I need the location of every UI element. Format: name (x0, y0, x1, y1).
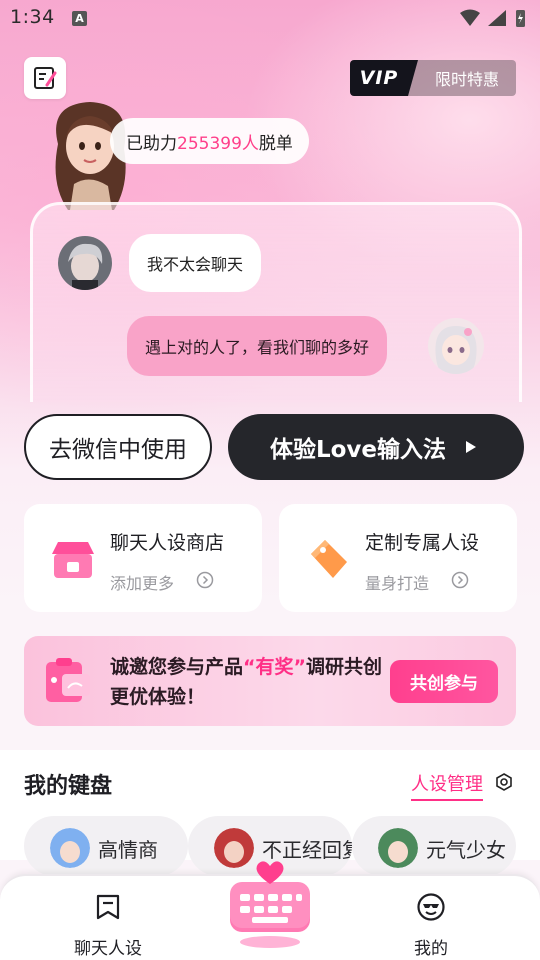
survey-highlight: “有奖” (243, 656, 306, 678)
chevron-right-icon (451, 571, 469, 589)
nav-persona-tab[interactable]: 聊天人设 (63, 892, 153, 959)
settings-icon[interactable] (494, 772, 514, 792)
persona-manage-link[interactable]: 人设管理 (411, 770, 483, 801)
male-avatar (58, 236, 112, 290)
custom-persona-title: 定制专属人设 (365, 532, 480, 554)
my-keyboard-section: 我的键盘 人设管理 高情商 不正经回复 元气少女 (0, 750, 540, 876)
nav-persona-label: 聊天人设 (74, 939, 142, 959)
my-keyboard-title: 我的键盘 (24, 774, 113, 799)
persona-shop-title: 聊天人设商店 (110, 532, 225, 554)
received-message: 我不太会聊天 (129, 234, 262, 292)
play-icon (460, 436, 482, 458)
tag-icon (311, 540, 347, 578)
survey-icon (46, 658, 90, 702)
survey-join-button[interactable]: 共创参与 (390, 660, 498, 703)
custom-persona-card[interactable]: 定制专属人设 量身打造 (279, 504, 517, 612)
persona-shop-card[interactable]: 聊天人设商店 添加更多 (24, 504, 262, 612)
survey-text-a: 诚邀您参与产品 (110, 656, 244, 678)
survey-text: 诚邀您参与产品“有奖”调研共创更优体验！ (110, 652, 390, 712)
female-avatar (428, 318, 484, 374)
use-in-wechat-button[interactable]: 去微信中使用 (24, 414, 212, 480)
profile-icon (417, 893, 445, 921)
keyboard-chip-energetic-girl[interactable]: 元气少女 (352, 816, 516, 876)
custom-persona-subtitle: 量身打造 (365, 574, 430, 593)
help-count-suffix: 脱单 (258, 133, 293, 154)
nav-mine-tab[interactable]: 我的 (386, 892, 476, 959)
notes-icon (34, 67, 57, 89)
try-love-keyboard-button[interactable]: 体验Love输入法 (228, 414, 524, 480)
signal-icon (488, 10, 506, 26)
nav-mine-label: 我的 (414, 939, 448, 959)
wifi-icon (460, 9, 480, 26)
vip-offer-button[interactable]: VIP 限时特惠 (350, 60, 516, 96)
vip-offer-label: 限时特惠 (408, 60, 516, 96)
keyboard-chip-label: 不正经回复 (262, 838, 352, 862)
status-bar: 1:34 A (0, 0, 540, 40)
help-count-prefix: 已助力 (126, 133, 177, 154)
keyboard-home-icon[interactable] (222, 860, 318, 956)
keyboard-avatar (378, 828, 418, 868)
help-count-bubble: 已助力 255399人 脱单 (110, 118, 309, 164)
notes-button[interactable] (24, 57, 66, 99)
keyboard-chip-high-eq[interactable]: 高情商 (24, 816, 188, 876)
status-time: 1:34 (10, 6, 55, 28)
system-status-icons (460, 9, 525, 27)
help-count-value: 255399人 (177, 133, 259, 154)
persona-shop-subtitle: 添加更多 (110, 574, 175, 593)
notification-icon: A (72, 11, 87, 26)
keyboard-chip-label: 高情商 (98, 838, 158, 862)
chevron-right-icon (196, 571, 214, 589)
vip-badge: VIP (350, 60, 418, 96)
chat-persona-icon (96, 894, 120, 920)
shop-icon (52, 542, 94, 578)
survey-banner: 诚邀您参与产品“有奖”调研共创更优体验！ 共创参与 (24, 636, 516, 726)
sent-message: 遇上对的人了，看我们聊的多好 (127, 316, 388, 376)
keyboard-chip-label: 元气少女 (426, 838, 506, 862)
keyboard-avatar (50, 828, 90, 868)
try-love-keyboard-label: 体验Love输入法 (269, 437, 447, 463)
